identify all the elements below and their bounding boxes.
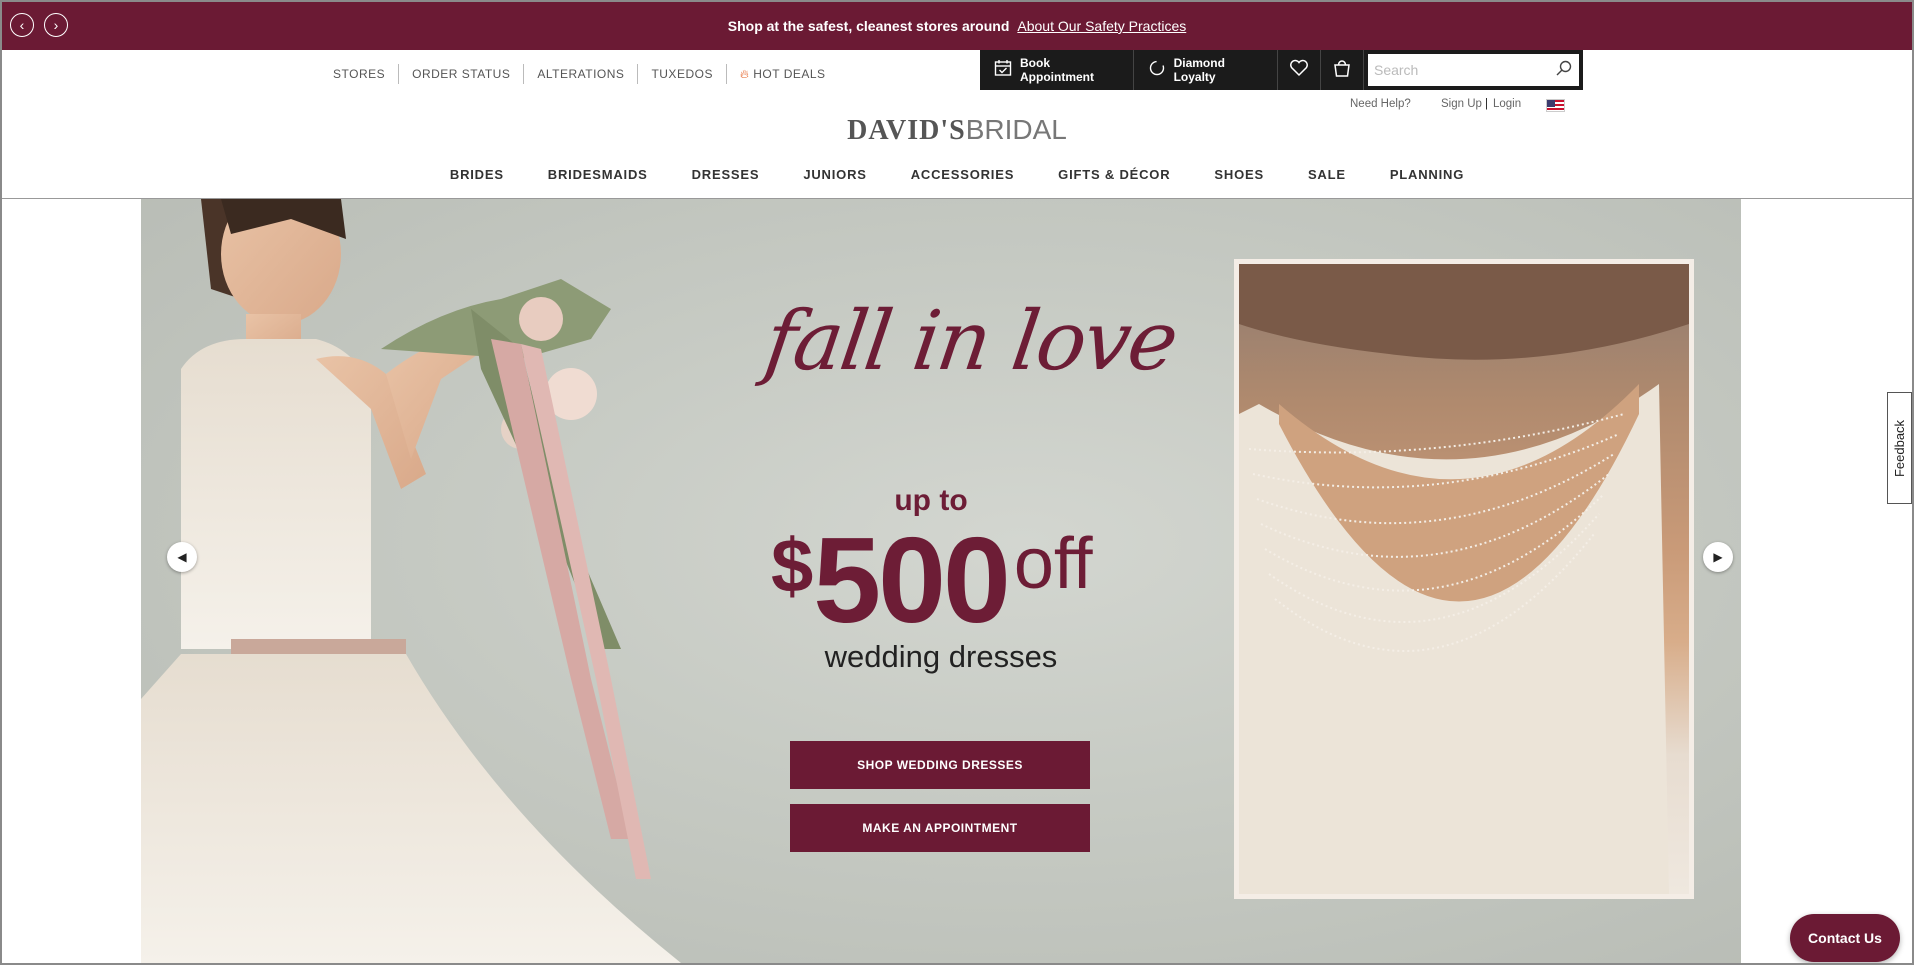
promo-message: Shop at the safest, cleanest stores arou… xyxy=(727,18,1010,34)
heart-icon xyxy=(1289,59,1309,82)
shopping-bag-icon xyxy=(1332,58,1352,83)
hero-subtitle: wedding dresses xyxy=(824,639,1058,674)
play-left-icon: ◀ xyxy=(177,550,187,564)
browser-viewport: ‹ › Shop at the safest, cleanest stores … xyxy=(0,0,1914,965)
nav-dresses[interactable]: DRESSES xyxy=(692,167,760,182)
wishlist-button[interactable] xyxy=(1278,50,1321,90)
logo-part1: DAVID'S xyxy=(847,115,966,146)
loyalty-ring-icon xyxy=(1148,59,1166,82)
bride-image xyxy=(141,199,681,963)
book-appointment-button[interactable]: Book Appointment xyxy=(980,50,1134,90)
nav-brides[interactable]: BRIDES xyxy=(450,167,504,182)
util-tuxedos[interactable]: TUXEDOS xyxy=(638,64,727,84)
hero-script-heading: fall in love xyxy=(759,294,1182,389)
hero-price: $ 500 off xyxy=(771,519,1093,641)
play-right-icon: ▶ xyxy=(1713,550,1723,564)
carousel-next-button[interactable]: ▶ xyxy=(1703,542,1733,572)
util-stores[interactable]: STORES xyxy=(320,64,400,84)
util-hot-deals[interactable]: 🔥︎ HOT DEALS xyxy=(727,64,839,84)
action-bar: Book Appointment Diamond Loyalty xyxy=(980,50,1583,90)
account-divider: | xyxy=(1485,98,1488,110)
utility-nav: STORES ORDER STATUS ALTERATIONS TUXEDOS … xyxy=(320,64,839,84)
hero-currency: $ xyxy=(771,524,814,609)
contact-us-button[interactable]: Contact Us xyxy=(1790,914,1900,962)
forward-arrow-icon[interactable]: › xyxy=(44,13,68,37)
hero-off: off xyxy=(1013,524,1093,604)
carousel-prev-button[interactable]: ◀ xyxy=(167,542,197,572)
hero-amount: 500 xyxy=(813,512,1011,648)
diamond-loyalty-label: Diamond Loyalty xyxy=(1173,56,1225,84)
feedback-tab[interactable]: Feedback xyxy=(1887,392,1912,504)
nav-shoes[interactable]: SHOES xyxy=(1214,167,1264,182)
nav-bridesmaids[interactable]: BRIDESMAIDS xyxy=(548,167,648,182)
nav-accessories[interactable]: ACCESSORIES xyxy=(911,167,1014,182)
hero-banner[interactable]: fall in love up to $ 500 off wedding dre… xyxy=(141,199,1741,963)
nav-gifts-decor[interactable]: GIFTS & DÉCOR xyxy=(1058,167,1170,182)
search-box xyxy=(1367,54,1579,86)
us-flag-icon[interactable] xyxy=(1546,99,1565,112)
nav-planning[interactable]: PLANNING xyxy=(1390,167,1464,182)
calendar-icon xyxy=(994,59,1012,82)
safety-practices-link[interactable]: About Our Safety Practices xyxy=(1017,18,1186,34)
login-link[interactable]: Login xyxy=(1493,98,1521,110)
sign-up-link[interactable]: Sign Up xyxy=(1441,98,1482,110)
book-appointment-label: Book Appointment xyxy=(1020,56,1094,84)
need-help-link[interactable]: Need Help? xyxy=(1350,98,1411,110)
make-appointment-button[interactable]: MAKE AN APPOINTMENT xyxy=(790,804,1090,852)
main-nav: BRIDES BRIDESMAIDS DRESSES JUNIORS ACCES… xyxy=(2,167,1912,182)
promo-bar: ‹ › Shop at the safest, cleanest stores … xyxy=(2,2,1912,50)
shop-wedding-dresses-button[interactable]: SHOP WEDDING DRESSES xyxy=(790,741,1090,789)
dress-back-illustration xyxy=(1239,264,1689,894)
back-arrow-icon[interactable]: ‹ xyxy=(10,13,34,37)
shopping-bag-button[interactable] xyxy=(1321,50,1364,90)
site-logo[interactable]: DAVID'SBRIDAL xyxy=(2,114,1912,147)
util-alterations[interactable]: ALTERATIONS xyxy=(524,64,639,84)
nav-sale[interactable]: SALE xyxy=(1308,167,1346,182)
feedback-label: Feedback xyxy=(1892,419,1907,477)
dress-back-image xyxy=(1234,259,1694,899)
search-icon[interactable] xyxy=(1555,59,1573,82)
logo-part2: BRIDAL xyxy=(965,114,1067,145)
search-input[interactable] xyxy=(1373,62,1555,78)
hot-deals-label: HOT DEALS xyxy=(753,67,826,81)
diamond-loyalty-button[interactable]: Diamond Loyalty xyxy=(1134,50,1278,90)
fire-icon: 🔥︎ xyxy=(739,67,750,81)
nav-juniors[interactable]: JUNIORS xyxy=(803,167,866,182)
util-order-status[interactable]: ORDER STATUS xyxy=(399,64,525,84)
